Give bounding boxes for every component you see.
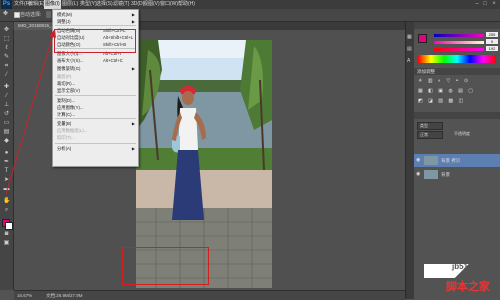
watermark: jb51.net 脚本之家 — [410, 258, 500, 298]
annotation-arrow — [5, 29, 56, 195]
watermark-site: jb51.net — [452, 262, 483, 271]
watermark-name: 脚本之家 — [446, 281, 490, 293]
